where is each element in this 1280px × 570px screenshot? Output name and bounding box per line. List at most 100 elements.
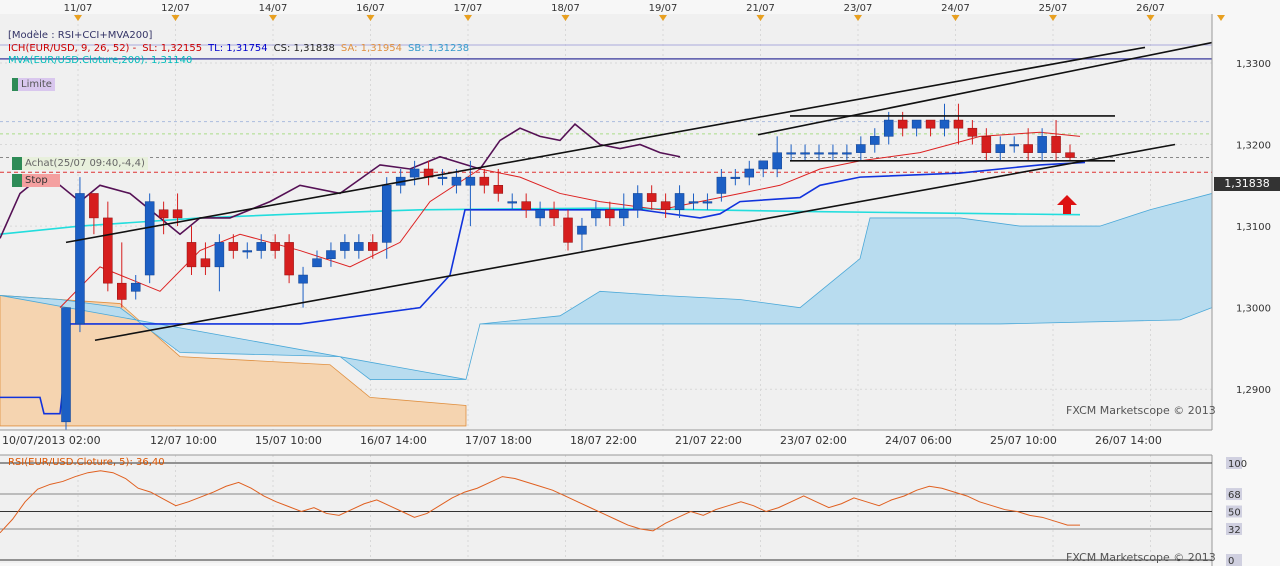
x-tick-label: 15/07 10:00 [255,434,322,447]
candle-body [591,209,601,219]
candle-body [646,193,657,202]
candle-body [326,250,336,259]
x-tick-label: 25/07 10:00 [990,434,1057,447]
current-price-label: 1,31838 [1214,177,1280,191]
candle-body [521,201,531,211]
cs-label: CS: 1,31838 [273,42,335,54]
candle-body [465,176,476,186]
x-tick-label: 26/07 14:00 [1095,434,1162,447]
candle-body [61,307,71,423]
candle-body [856,144,866,153]
rsi-plot-area [0,455,1212,563]
candle [61,307,71,430]
top-axis-label: 16/07 [356,3,385,14]
candle-body [1023,144,1033,153]
candle-body [368,242,378,251]
sl-label: SL: 1,32155 [142,42,203,54]
candle-body [172,209,183,219]
y-tick-label: 1,3100 [1236,222,1271,233]
top-axis-label: 23/07 [844,3,873,14]
candle-body [883,119,894,137]
candle-body [381,185,392,243]
candle-body [981,136,992,153]
candle-body [925,119,936,129]
candle-body [75,193,85,325]
candle-body [270,242,280,251]
candle-body [340,242,350,251]
y-tick-label: 1,3300 [1236,59,1271,70]
candle-body [758,160,768,170]
top-axis-label: 18/07 [551,3,580,14]
x-tick-label: 10/07/2013 02:00 [2,434,101,447]
y-tick-label: 1,3200 [1236,141,1271,152]
tl-label: TL: 1,31754 [208,42,268,54]
rsi-tick-label: 68 [1228,490,1241,501]
candle-body [200,258,211,268]
candle-body [967,127,978,137]
limit-tag[interactable]: Limite [12,78,55,91]
candle-body [298,274,308,284]
candle-body [842,152,852,155]
chart-svg: 11/07 12/07 14/07 16/07 17/07 18/07 19/07 21/07… [0,0,1280,567]
candle-body [549,209,559,219]
candle-body [897,119,908,129]
candle-body [284,242,294,276]
candle-body [186,242,197,268]
candle-body [800,152,810,155]
buy-tag[interactable]: Achat(25/07 09:40,-4,4) [12,157,148,170]
top-axis-label: 24/07 [941,3,970,14]
candle-body [577,225,587,235]
candle-body [619,209,629,219]
rsi-watermark: FXCM Marketscope © 2013 [1066,551,1216,564]
candle-body [354,242,364,251]
candle-body [702,201,713,204]
candle-body [479,176,490,186]
sb-label: SB: 1,31238 [408,42,470,54]
candle-body [1037,136,1047,153]
candle-body [242,250,253,253]
stop-tag[interactable]: Stop [12,174,60,187]
candle [144,193,155,284]
rsi-tick-label: 50 [1228,508,1241,519]
ich-label: ICH(EUR/USD, 9, 26, 52) - [8,42,137,54]
mva-label: MVA(EUR/USD.Cloture,200): 1,31140 [8,55,193,66]
rsi-legend: RSI(EUR/USD.Cloture, 5): 36,40 [8,457,165,468]
x-tick-label: 24/07 06:00 [885,434,952,447]
candle-body [730,176,741,179]
price-legend: [Modèle : RSI+CCI+MVA200] ICH(EUR/USD, 9… [8,30,475,68]
buy-label: Achat(25/07 09:40,-4,4) [25,158,145,169]
candle-body [674,193,685,211]
x-tick-label: 17/07 18:00 [465,434,532,447]
candle-body [89,193,99,219]
candle-body [493,185,504,194]
top-axis-label: 21/07 [746,3,775,14]
candle-body [409,168,420,178]
candle-body [995,144,1006,153]
candle-body [214,242,225,268]
candle-body [228,242,239,251]
top-axis-label: 25/07 [1039,3,1068,14]
ichimoku-legend: ICH(EUR/USD, 9, 26, 52) - SL: 1,32155 TL: … [8,43,475,56]
top-axis-label: 14/07 [259,3,288,14]
candle-body [772,152,782,170]
candle-body [103,217,113,284]
candle-body [870,136,880,145]
candle-body [144,201,155,276]
candle-body [828,152,838,155]
top-axis-label: 12/07 [161,3,190,14]
top-axis-label: 26/07 [1136,3,1165,14]
candle-body [563,217,573,243]
candle-body [1065,152,1075,158]
candle-body [688,201,699,204]
x-tick-label: 23/07 02:00 [780,434,847,447]
candle-body [1051,136,1061,153]
x-tick-label: 18/07 22:00 [570,434,637,447]
stop-label: Stop [25,175,48,186]
candle-body [130,282,141,292]
candle [75,177,85,333]
candle-body [660,201,671,211]
candle-body [451,176,462,186]
price-watermark: FXCM Marketscope © 2013 [1066,404,1216,417]
y-tick-label: 1,3000 [1236,304,1271,315]
x-tick-label: 12/07 10:00 [150,434,217,447]
